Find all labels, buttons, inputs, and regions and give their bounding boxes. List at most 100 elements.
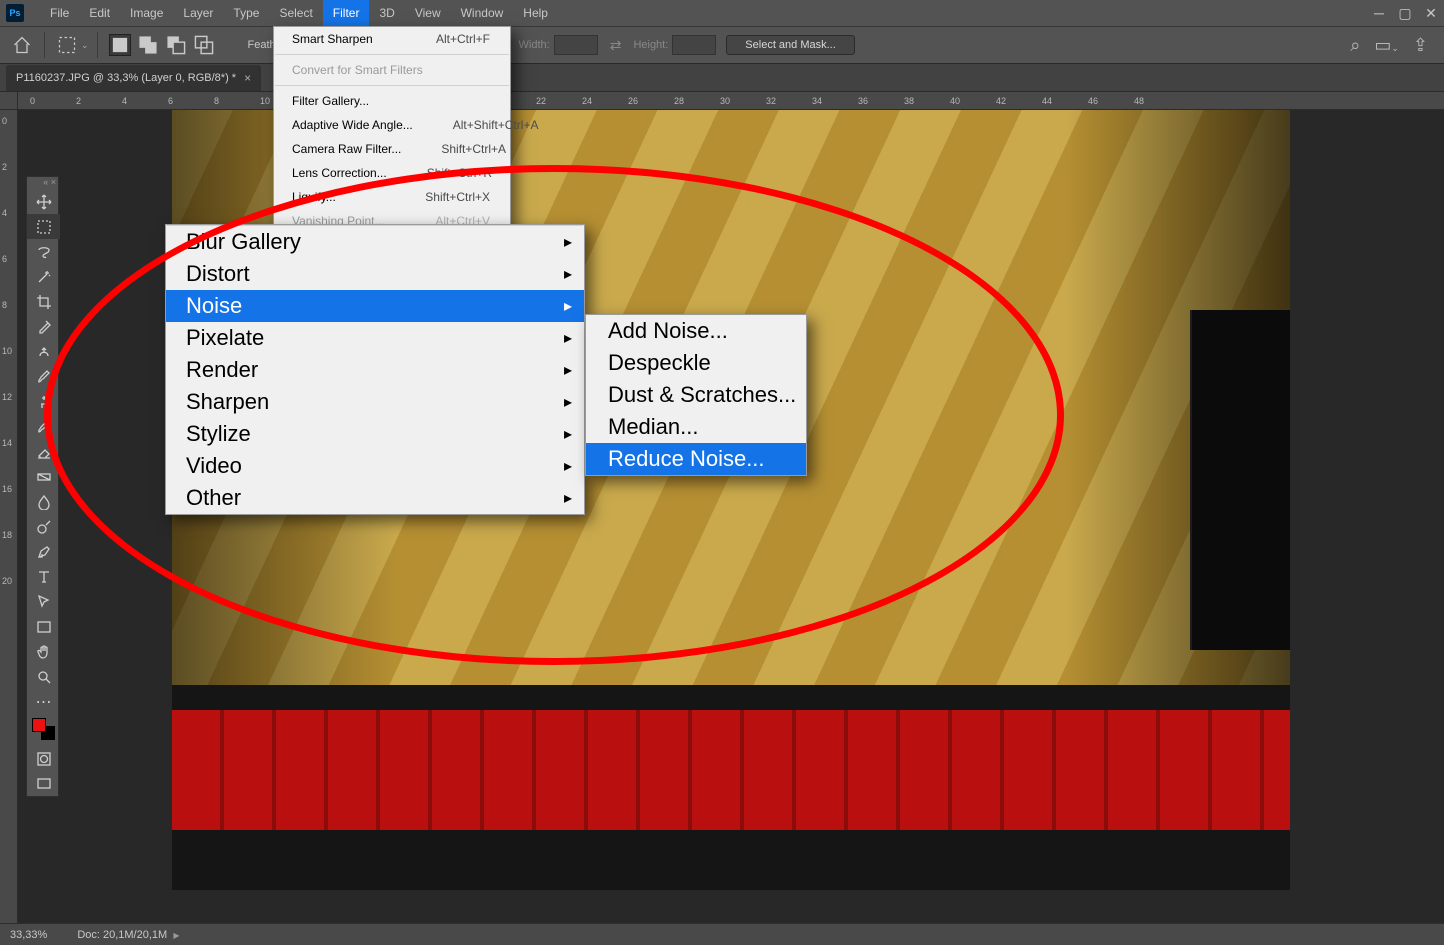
ruler-tick: 44: [1042, 96, 1052, 106]
tool-type[interactable]: [27, 564, 60, 589]
menu-filter[interactable]: Filter: [323, 0, 370, 26]
menu-item-distort[interactable]: Distort▸: [166, 258, 584, 290]
submenu-arrow-icon: ▸: [564, 392, 572, 412]
foreground-color-swatch[interactable]: [32, 718, 46, 732]
tool-brush[interactable]: [27, 364, 60, 389]
menu-item-dust-scratches[interactable]: Dust & Scratches...: [586, 379, 806, 411]
document-info[interactable]: Doc: 20,1M/20,1M: [77, 929, 179, 941]
menu-window[interactable]: Window: [451, 0, 514, 26]
menu-image[interactable]: Image: [120, 0, 173, 26]
menu-3d[interactable]: 3D: [369, 0, 404, 26]
menu-item-add-noise[interactable]: Add Noise...: [586, 315, 806, 347]
menu-item-adaptive-wide-angle[interactable]: Adaptive Wide Angle...Alt+Shift+Ctrl+A: [274, 113, 510, 137]
window-minimize-icon[interactable]: ─: [1366, 0, 1392, 26]
menu-item-label: Video: [186, 453, 242, 479]
tool-magic-wand[interactable]: [27, 264, 60, 289]
tool-dodge[interactable]: [27, 514, 60, 539]
ruler-tick: 42: [996, 96, 1006, 106]
menu-item-median[interactable]: Median...: [586, 411, 806, 443]
tool-path-select[interactable]: [27, 589, 60, 614]
document-tab[interactable]: P1160237.JPG @ 33,3% (Layer 0, RGB/8*) *…: [6, 65, 261, 91]
ruler-tick: 38: [904, 96, 914, 106]
app-icon: Ps: [6, 4, 24, 22]
menu-item-shortcut: Alt+Shift+Ctrl+A: [453, 118, 539, 132]
selection-intersect-icon[interactable]: [193, 34, 215, 56]
menu-item-despeckle[interactable]: Despeckle: [586, 347, 806, 379]
menu-item-blur-gallery[interactable]: Blur Gallery▸: [166, 226, 584, 258]
menu-item-video[interactable]: Video▸: [166, 450, 584, 482]
selection-new-icon[interactable]: [109, 34, 131, 56]
ruler-tick: 12: [2, 392, 12, 402]
tool-lasso[interactable]: [27, 239, 60, 264]
ruler-tick: 6: [168, 96, 173, 106]
menu-item-label: Liquify...: [292, 190, 336, 204]
menu-item-render[interactable]: Render▸: [166, 354, 584, 386]
tool-spot-heal[interactable]: [27, 339, 60, 364]
quick-mask-icon[interactable]: [27, 746, 60, 771]
tool-hand[interactable]: [27, 639, 60, 664]
home-icon[interactable]: [11, 34, 33, 56]
width-input[interactable]: [554, 35, 598, 55]
color-swatches[interactable]: [27, 714, 60, 746]
tool-eraser[interactable]: [27, 439, 60, 464]
menu-item-label: Convert for Smart Filters: [292, 63, 423, 77]
window-maximize-icon[interactable]: ▢: [1392, 0, 1418, 26]
edit-toolbar-icon[interactable]: ⋯: [27, 689, 60, 714]
menu-type[interactable]: Type: [223, 0, 269, 26]
workspace-switcher-icon[interactable]: ▭⌄: [1374, 35, 1399, 56]
height-input[interactable]: [672, 35, 716, 55]
tool-marquee[interactable]: [27, 214, 60, 239]
image-content: [1190, 310, 1290, 650]
menu-item-camera-raw-filter[interactable]: Camera Raw Filter...Shift+Ctrl+A: [274, 137, 510, 161]
search-icon[interactable]: ⌕: [1350, 35, 1360, 56]
noise-submenu: Add Noise...Despeckle Dust & Scratches...…: [585, 314, 807, 476]
ruler-tick: 28: [674, 96, 684, 106]
menu-item-pixelate[interactable]: Pixelate▸: [166, 322, 584, 354]
tool-history-brush[interactable]: [27, 414, 60, 439]
menu-item-noise[interactable]: Noise▸: [166, 290, 584, 322]
ruler-tick: 34: [812, 96, 822, 106]
tool-eyedropper[interactable]: [27, 314, 60, 339]
menu-item-sharpen[interactable]: Sharpen▸: [166, 386, 584, 418]
share-icon[interactable]: ⇪: [1413, 35, 1428, 56]
document-tab-bar: P1160237.JPG @ 33,3% (Layer 0, RGB/8*) *…: [0, 64, 1444, 92]
tool-zoom[interactable]: [27, 664, 60, 689]
tool-blur[interactable]: [27, 489, 60, 514]
menu-item-filter-gallery[interactable]: Filter Gallery...: [274, 89, 510, 113]
tool-pen[interactable]: [27, 539, 60, 564]
zoom-level[interactable]: 33,33%: [10, 929, 47, 941]
menu-view[interactable]: View: [405, 0, 451, 26]
ruler-vertical: 02468101214161820: [0, 110, 18, 923]
menu-item-label: Filter Gallery...: [292, 94, 369, 108]
tool-move[interactable]: [27, 189, 60, 214]
menu-item-lens-correction[interactable]: Lens Correction...Shift+Ctrl+R: [274, 161, 510, 185]
menu-layer[interactable]: Layer: [173, 0, 223, 26]
menu-item-reduce-noise[interactable]: Reduce Noise...: [586, 443, 806, 475]
selection-subtract-icon[interactable]: [165, 34, 187, 56]
swap-dimensions-icon[interactable]: ⇄: [610, 37, 622, 54]
menu-item-shortcut: Shift+Ctrl+R: [427, 166, 492, 180]
close-icon[interactable]: ×: [244, 71, 251, 85]
tool-clone[interactable]: [27, 389, 60, 414]
menu-item-liquify[interactable]: Liquify...Shift+Ctrl+X: [274, 185, 510, 209]
selection-add-icon[interactable]: [137, 34, 159, 56]
image-content: [172, 710, 1290, 830]
menu-help[interactable]: Help: [513, 0, 558, 26]
menu-select[interactable]: Select: [269, 0, 322, 26]
menu-edit[interactable]: Edit: [79, 0, 120, 26]
menu-item-stylize[interactable]: Stylize▸: [166, 418, 584, 450]
tool-gradient[interactable]: [27, 464, 60, 489]
window-close-icon[interactable]: ✕: [1418, 0, 1444, 26]
menu-file[interactable]: File: [40, 0, 79, 26]
tool-rectangle[interactable]: [27, 614, 60, 639]
ruler-tick: 10: [260, 96, 270, 106]
tool-crop[interactable]: [27, 289, 60, 314]
menu-item-other[interactable]: Other▸: [166, 482, 584, 514]
select-and-mask-button[interactable]: Select and Mask...: [726, 35, 855, 55]
ruler-tick: 10: [2, 346, 12, 356]
menu-item-label: Dust & Scratches...: [608, 382, 796, 408]
panel-collapse-icon[interactable]: « ×: [43, 177, 56, 189]
menu-item-smart-sharpen[interactable]: Smart Sharpen Alt+Ctrl+F: [274, 27, 510, 51]
marquee-preset-icon[interactable]: [56, 34, 78, 56]
screen-mode-icon[interactable]: [27, 771, 60, 796]
